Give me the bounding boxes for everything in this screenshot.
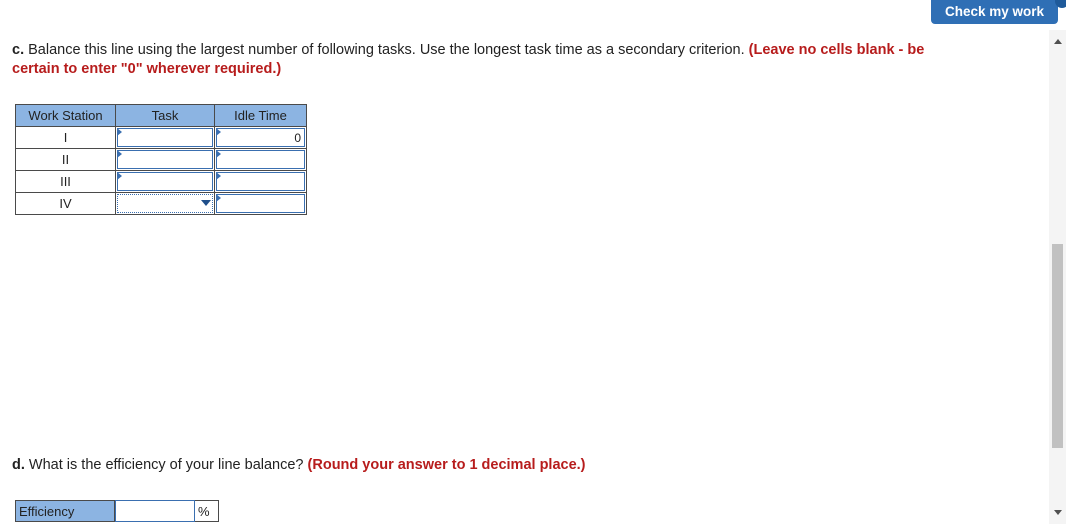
header-idle-time: Idle Time: [214, 104, 307, 127]
efficiency-label: Efficiency: [15, 500, 115, 522]
question-c-label: c.: [12, 42, 25, 58]
task-input[interactable]: [117, 128, 213, 147]
question-c-text: Balance this line using the largest numb…: [24, 42, 749, 58]
task-dropdown[interactable]: [117, 194, 213, 213]
flag-icon: [216, 128, 221, 136]
chevron-down-icon[interactable]: [201, 200, 211, 206]
table-row: III: [15, 170, 307, 193]
question-d-instruction: (Round your answer to 1 decimal place.): [307, 457, 586, 473]
header-work-station: Work Station: [15, 104, 116, 127]
table-row: II: [15, 148, 307, 171]
efficiency-input[interactable]: [115, 500, 195, 522]
station-label: III: [15, 170, 116, 193]
idle-time-input[interactable]: 0: [216, 128, 305, 147]
scroll-down-icon[interactable]: [1054, 510, 1062, 515]
percent-unit: %: [195, 500, 219, 522]
check-my-work-label: Check my work: [944, 4, 1045, 19]
flag-icon: [117, 128, 122, 136]
question-d-label: d.: [12, 457, 25, 473]
line-balance-table: Work Station Task Idle Time I 0 II III I…: [15, 104, 307, 215]
vertical-scrollbar[interactable]: [1049, 30, 1066, 524]
check-my-work-button[interactable]: Check my work: [931, 0, 1058, 24]
station-label: IV: [15, 192, 116, 215]
question-d-text: What is the efficiency of your line bala…: [24, 457, 308, 473]
scroll-thumb[interactable]: [1052, 244, 1063, 448]
task-input[interactable]: [117, 172, 213, 191]
station-label: I: [15, 126, 116, 149]
flag-icon: [216, 194, 221, 202]
idle-time-input[interactable]: [216, 194, 305, 213]
idle-time-input[interactable]: [216, 150, 305, 169]
scroll-up-icon[interactable]: [1054, 39, 1062, 44]
question-c: c. Balance this line using the largest n…: [12, 41, 932, 79]
station-label: II: [15, 148, 116, 171]
task-input[interactable]: [117, 150, 213, 169]
flag-icon: [216, 172, 221, 180]
table-row: I 0: [15, 126, 307, 149]
flag-icon: [216, 150, 221, 158]
idle-time-input[interactable]: [216, 172, 305, 191]
header-task: Task: [115, 104, 215, 127]
table-row: IV: [15, 192, 307, 215]
flag-icon: [117, 172, 122, 180]
question-d: d. What is the efficiency of your line b…: [12, 456, 932, 475]
flag-icon: [117, 150, 122, 158]
